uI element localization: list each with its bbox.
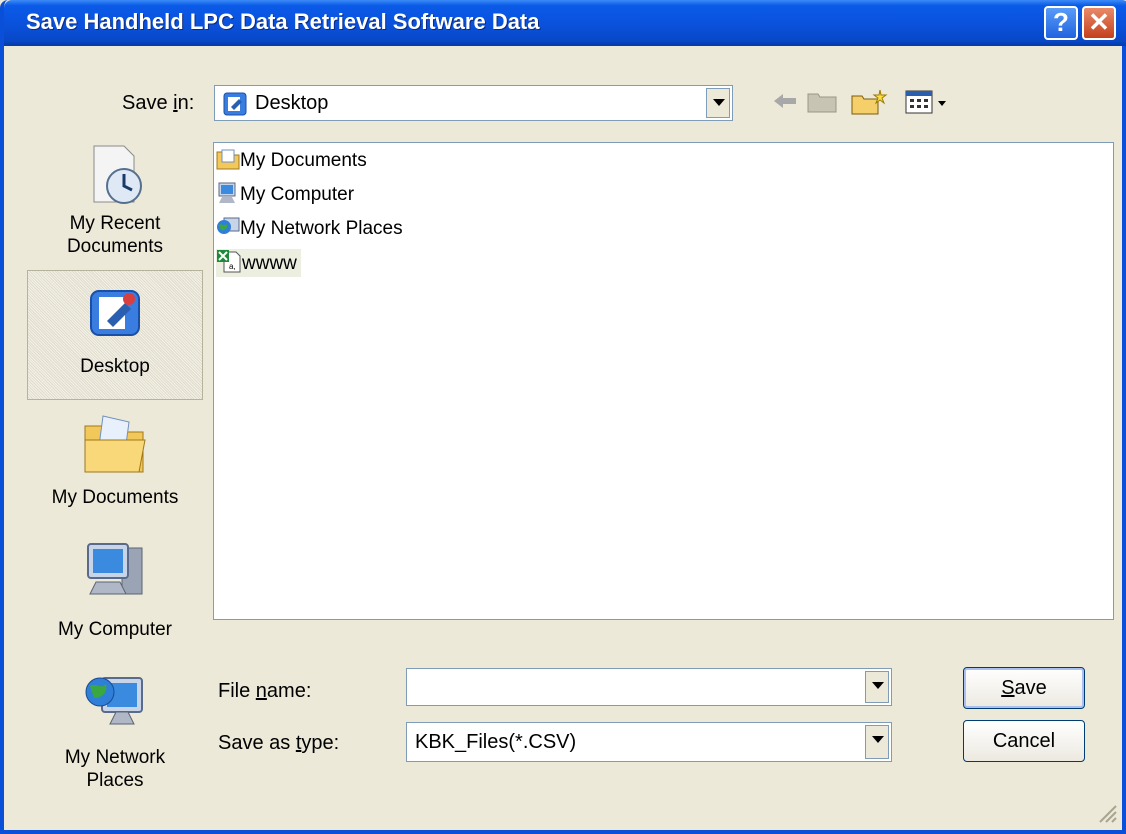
list-item[interactable]: My Computer bbox=[216, 181, 354, 209]
save-button[interactable]: Save bbox=[963, 667, 1085, 709]
save-in-label: Save in: bbox=[122, 92, 195, 114]
recent-documents-icon bbox=[93, 145, 142, 204]
place-my-recent-documents[interactable]: My Recent Documents bbox=[27, 140, 203, 268]
save-as-type-value: KBK_Files(*.CSV) bbox=[415, 731, 577, 753]
title-bar[interactable]: Save Handheld LPC Data Retrieval Softwar… bbox=[4, 0, 1126, 46]
save-in-dropdown[interactable]: Desktop bbox=[214, 85, 733, 121]
desktop-icon bbox=[90, 290, 140, 336]
place-label: Desktop bbox=[80, 356, 150, 377]
back-icon[interactable] bbox=[770, 88, 800, 114]
list-item[interactable]: My Network Places bbox=[216, 215, 403, 243]
file-name: My Computer bbox=[240, 184, 355, 205]
my-network-places-icon bbox=[85, 677, 143, 725]
save-in-value: Desktop bbox=[255, 92, 329, 114]
place-my-computer[interactable]: My Computer bbox=[27, 532, 203, 658]
place-label: My Recent bbox=[69, 213, 161, 234]
place-label: Places bbox=[86, 770, 144, 791]
help-button[interactable]: ? bbox=[1044, 6, 1078, 40]
desktop-icon bbox=[223, 92, 247, 116]
place-label: My Computer bbox=[57, 619, 173, 640]
save-as-type-label: Save as type: bbox=[218, 732, 340, 754]
my-computer-icon bbox=[87, 543, 143, 595]
excel-csv-file-icon: a, bbox=[217, 250, 241, 273]
save-in-dropdown-arrow[interactable] bbox=[706, 88, 730, 118]
list-item[interactable]: My Documents bbox=[216, 147, 367, 175]
view-menu-icon[interactable] bbox=[904, 88, 950, 116]
help-icon: ? bbox=[1053, 7, 1069, 37]
save-as-type-dropdown-arrow[interactable] bbox=[865, 725, 889, 759]
place-label: My Documents bbox=[51, 487, 179, 508]
resize-grip-icon[interactable] bbox=[1094, 800, 1118, 824]
file-name-label: File name: bbox=[218, 680, 312, 702]
my-computer-icon bbox=[218, 182, 236, 203]
place-label: My Network bbox=[64, 747, 166, 768]
place-my-network-places[interactable]: My Network Places bbox=[27, 662, 203, 802]
file-name-dropdown-arrow[interactable] bbox=[865, 671, 889, 703]
file-name: My Network Places bbox=[240, 218, 403, 239]
my-documents-icon bbox=[84, 415, 146, 473]
file-name-input[interactable] bbox=[406, 668, 892, 706]
place-desktop[interactable]: Desktop bbox=[27, 270, 203, 400]
close-button[interactable]: ✕ bbox=[1082, 6, 1116, 40]
up-one-level-icon[interactable] bbox=[806, 88, 838, 114]
dialog-title: Save Handheld LPC Data Retrieval Softwar… bbox=[26, 9, 540, 34]
save-button-label: ave bbox=[1014, 677, 1047, 699]
cancel-button[interactable]: Cancel bbox=[963, 720, 1085, 762]
place-my-documents[interactable]: My Documents bbox=[27, 404, 203, 528]
create-new-folder-icon[interactable] bbox=[850, 88, 890, 118]
save-as-type-dropdown[interactable]: KBK_Files(*.CSV) bbox=[406, 722, 892, 762]
network-places-icon bbox=[217, 217, 240, 234]
place-label: Documents bbox=[66, 236, 164, 257]
my-documents-icon bbox=[216, 149, 240, 170]
places-bar: My Recent Documents Desktop My Documents… bbox=[27, 140, 203, 800]
file-list[interactable]: My Documents My Computer My Network Plac… bbox=[213, 142, 1114, 620]
save-button-hotkey: S bbox=[1001, 677, 1015, 699]
close-icon: ✕ bbox=[1088, 7, 1110, 37]
cancel-button-label: Cancel bbox=[992, 730, 1056, 752]
list-item[interactable]: a, wwww bbox=[216, 249, 301, 277]
svg-text:a,: a, bbox=[229, 262, 236, 271]
file-name: My Documents bbox=[240, 150, 367, 171]
file-name: wwww bbox=[242, 253, 297, 274]
